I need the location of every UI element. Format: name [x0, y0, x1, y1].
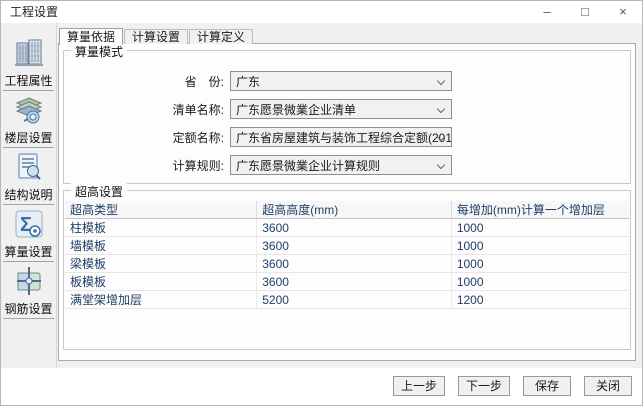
next-step-button[interactable]: 下一步: [458, 376, 510, 396]
chevron-down-icon: [437, 77, 445, 85]
sigma-icon: Σ: [12, 207, 46, 241]
sidebar-item-label: 钢筋设置: [4, 300, 52, 317]
main-area: 算量依据 计算设置 计算定义 算量模式 省 份: 广东: [58, 27, 636, 361]
project-settings-dialog: 工程设置 – □ × 工程属性: [0, 0, 643, 406]
tab-quantity-basis[interactable]: 算量依据: [59, 28, 123, 45]
window-title: 工程设置: [10, 1, 58, 23]
calc-rule-label: 计算规则:: [64, 157, 224, 174]
maximize-button[interactable]: □: [566, 1, 604, 23]
sidebar-item-label: 工程属性: [4, 72, 52, 89]
save-button[interactable]: 保存: [523, 376, 571, 396]
tab-calculation-definition[interactable]: 计算定义: [189, 29, 253, 44]
sidebar-divider: [3, 318, 54, 319]
window-controls: – □ ×: [528, 1, 642, 23]
close-button[interactable]: 关闭: [584, 376, 632, 396]
sidebar-item-label: 结构说明: [4, 186, 52, 203]
quantity-mode-group: 算量模式 省 份: 广东 清单名称: 广东愿景微業企业清单: [63, 50, 631, 184]
table-row[interactable]: 墙模板 3600 1000: [65, 237, 629, 255]
province-value: 广东: [236, 73, 260, 90]
sidebar-item-project-properties[interactable]: 工程属性: [1, 34, 56, 90]
previous-step-button[interactable]: 上一步: [393, 376, 445, 396]
tab-calculation-settings[interactable]: 计算设置: [124, 29, 188, 44]
sidebar-item-structure-notes[interactable]: 结构说明: [1, 148, 56, 204]
province-select[interactable]: 广东: [230, 71, 452, 91]
document-icon: [12, 150, 46, 184]
sidebar-item-label: 楼层设置: [4, 129, 52, 146]
close-window-button[interactable]: ×: [604, 1, 642, 23]
calc-rule-select[interactable]: 广东愿景微業企业计算规则: [230, 155, 452, 175]
province-label: 省 份:: [64, 73, 224, 90]
cell-type: 柱模板: [65, 219, 257, 237]
tab-panel: 算量模式 省 份: 广东 清单名称: 广东愿景微業企业清单: [58, 43, 636, 361]
col-header-type: 超高类型: [65, 201, 257, 219]
sidebar: 工程属性 楼层设置: [1, 23, 57, 369]
group-title: 超高设置: [71, 183, 127, 200]
form-row-calc-rule: 计算规则: 广东愿景微業企业计算规则: [64, 155, 630, 175]
form-row-list-name: 清单名称: 广东愿景微業企业清单: [64, 99, 630, 119]
quota-name-label: 定额名称:: [64, 129, 224, 146]
list-name-label: 清单名称:: [64, 101, 224, 118]
footer-button-bar: 上一步 下一步 保存 关闭: [1, 368, 642, 405]
tab-strip: 算量依据 计算设置 计算定义: [59, 27, 254, 44]
form-row-province: 省 份: 广东: [64, 71, 630, 91]
cell-increment[interactable]: 1000: [451, 219, 629, 237]
table-header-row: 超高类型 超高高度(mm) 每增加(mm)计算一个增加层: [65, 201, 629, 219]
cell-type: 梁模板: [65, 255, 257, 273]
sidebar-item-label: 算量设置: [4, 243, 52, 260]
list-name-select[interactable]: 广东愿景微業企业清单: [230, 99, 452, 119]
floors-icon: [12, 93, 46, 127]
minimize-button[interactable]: –: [528, 1, 566, 23]
cell-type: 墙模板: [65, 237, 257, 255]
building-icon: [12, 36, 46, 70]
table-row[interactable]: 梁模板 3600 1000: [65, 255, 629, 273]
quota-name-value: 广东省房屋建筑与装饰工程综合定额(2018): [236, 129, 452, 146]
sidebar-item-floor-settings[interactable]: 楼层设置: [1, 91, 56, 147]
table-row[interactable]: 满堂架增加层 5200 1200: [65, 291, 629, 309]
cell-height[interactable]: 3600: [257, 237, 452, 255]
col-header-increment: 每增加(mm)计算一个增加层: [451, 201, 629, 219]
list-name-value: 广东愿景微業企业清单: [236, 101, 356, 118]
sidebar-item-quantity-settings[interactable]: Σ 算量设置: [1, 205, 56, 261]
rebar-icon: [12, 264, 46, 298]
cell-height[interactable]: 3600: [257, 255, 452, 273]
cell-height[interactable]: 3600: [257, 273, 452, 291]
overheight-group: 超高设置 超高类型 超高高度(mm) 每增加(mm)计算一个增加层: [63, 190, 631, 350]
calc-rule-value: 广东愿景微業企业计算规则: [236, 157, 380, 174]
form-row-quota-name: 定额名称: 广东省房屋建筑与装饰工程综合定额(2018): [64, 127, 630, 147]
sidebar-item-rebar-settings[interactable]: 钢筋设置: [1, 262, 56, 318]
cell-type: 满堂架增加层: [65, 291, 257, 309]
cell-increment[interactable]: 1000: [451, 255, 629, 273]
dialog-body: 工程属性 楼层设置: [1, 23, 642, 370]
group-title: 算量模式: [71, 43, 127, 60]
cell-height[interactable]: 5200: [257, 291, 452, 309]
cell-increment[interactable]: 1200: [451, 291, 629, 309]
table-row[interactable]: 板模板 3600 1000: [65, 273, 629, 291]
cell-increment[interactable]: 1000: [451, 273, 629, 291]
cell-type: 板模板: [65, 273, 257, 291]
cell-height[interactable]: 3600: [257, 219, 452, 237]
quota-name-select[interactable]: 广东省房屋建筑与装饰工程综合定额(2018): [230, 127, 452, 147]
col-header-height: 超高高度(mm): [257, 201, 452, 219]
overheight-table: 超高类型 超高高度(mm) 每增加(mm)计算一个增加层 柱模板 3600 10…: [65, 201, 629, 309]
titlebar: 工程设置 – □ ×: [1, 1, 642, 23]
chevron-down-icon: [437, 105, 445, 113]
cell-increment[interactable]: 1000: [451, 237, 629, 255]
table-row[interactable]: 柱模板 3600 1000: [65, 219, 629, 237]
chevron-down-icon: [437, 161, 445, 169]
